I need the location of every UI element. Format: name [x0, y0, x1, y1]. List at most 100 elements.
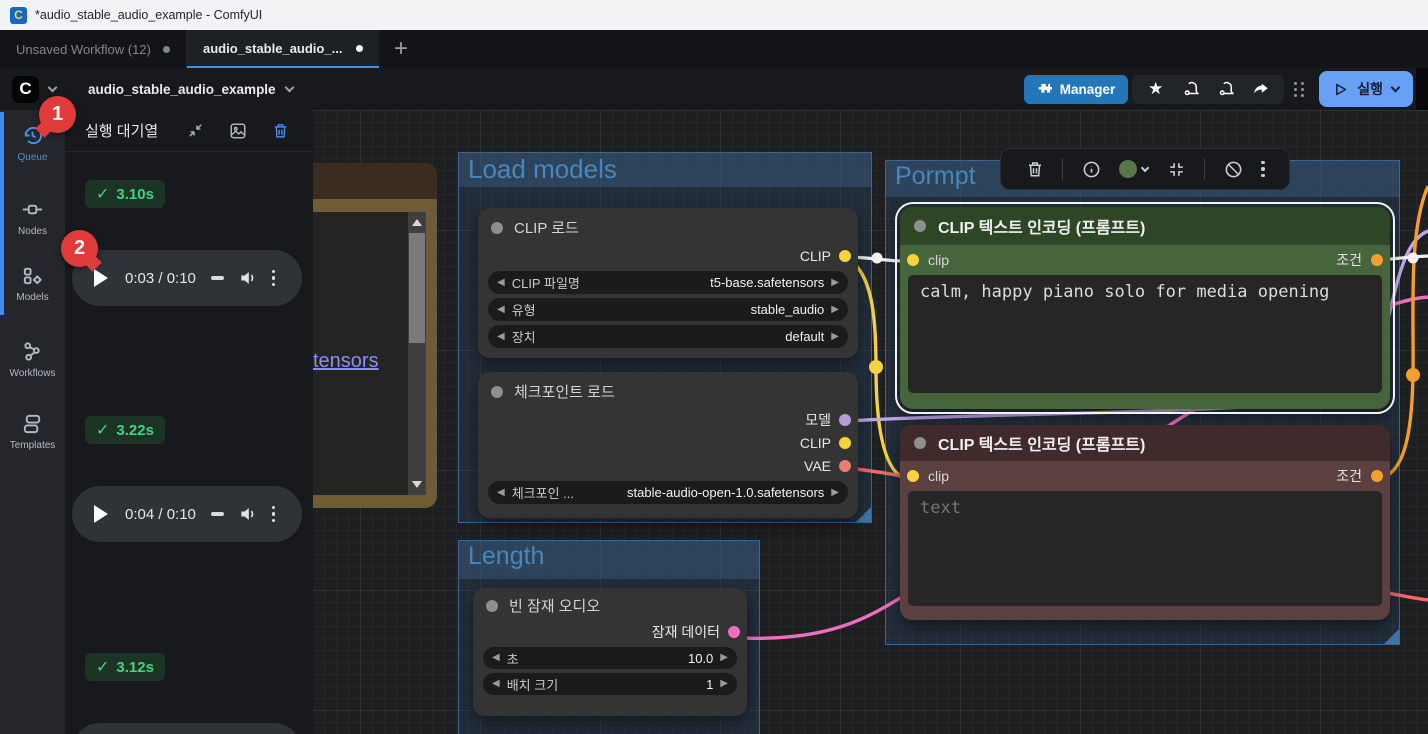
arrow-left-icon[interactable]: ◀	[497, 488, 505, 498]
sidebar-item-templates[interactable]: Templates	[0, 412, 65, 451]
notification-bell-button-1[interactable]	[1173, 80, 1208, 98]
audio-player-1: 0:03 / 0:10	[72, 250, 302, 306]
player-time: 0:04 / 0:10	[125, 506, 196, 523]
comfyui-logo[interactable]: C	[12, 76, 39, 103]
widget-device[interactable]: ◀ 장치 default ▶	[488, 325, 848, 348]
workflow-name-menu[interactable]: audio_stable_audio_example	[88, 82, 293, 97]
tab-unsaved-workflow[interactable]: Unsaved Workflow (12)	[0, 30, 187, 68]
new-workflow-tab-button[interactable]: +	[379, 30, 423, 68]
arrow-right-icon[interactable]: ▶	[720, 679, 728, 689]
tab-active-workflow[interactable]: audio_stable_audio_...	[187, 30, 379, 68]
chevron-down-icon[interactable]	[1391, 83, 1401, 93]
arrow-left-icon[interactable]: ◀	[497, 305, 505, 315]
arrow-right-icon[interactable]: ▶	[831, 488, 839, 498]
seek-bar[interactable]	[211, 276, 224, 280]
widget-value: default	[785, 329, 824, 344]
player-menu-button[interactable]	[272, 270, 276, 287]
play-icon[interactable]	[94, 269, 108, 287]
node-context-toolbar	[1000, 148, 1290, 190]
run-button[interactable]: 실행	[1319, 71, 1413, 107]
scroll-up-icon[interactable]	[412, 219, 422, 226]
group-resize-handle[interactable]	[856, 507, 871, 522]
arrow-left-icon[interactable]: ◀	[492, 653, 500, 663]
node-color-picker-button[interactable]	[1119, 160, 1148, 178]
note-node[interactable]: tensors	[300, 163, 437, 508]
slot-dot-latent[interactable]	[728, 626, 740, 638]
group-title[interactable]: Load models	[459, 153, 871, 187]
clear-queue-trash-icon[interactable]	[272, 122, 289, 139]
output-slot-conditioning[interactable]: 조건	[1336, 466, 1383, 486]
output-dot-conditioning[interactable]	[1371, 470, 1383, 482]
group-resize-handle[interactable]	[1384, 629, 1399, 644]
volume-icon[interactable]	[238, 268, 258, 288]
manager-button[interactable]: Manager	[1024, 75, 1129, 104]
input-dot-clip[interactable]	[907, 254, 919, 266]
widget-type[interactable]: ◀ 유형 stable_audio ▶	[488, 298, 848, 321]
widget-seconds[interactable]: ◀ 초 10.0 ▶	[483, 647, 737, 669]
node-clip-text-encode-negative[interactable]: CLIP 텍스트 인코딩 (프롬프트) clip 조건 text	[900, 425, 1390, 620]
notification-bell-button-2[interactable]	[1208, 80, 1243, 98]
widget-clip-name[interactable]: ◀ CLIP 파일명 t5-base.safetensors ▶	[488, 271, 848, 294]
note-node-header[interactable]	[300, 163, 437, 199]
slot-label: VAE	[804, 458, 831, 474]
node-checkpoint-loader[interactable]: 체크포인트 로드 모델 CLIP VAE ◀ 체크포인 ... stable-a…	[478, 372, 858, 518]
prompt-textarea[interactable]: calm, happy piano solo for media opening	[908, 275, 1382, 393]
node-header[interactable]: CLIP 텍스트 인코딩 (프롬프트)	[900, 425, 1390, 461]
share-button[interactable]	[1243, 80, 1278, 98]
widget-checkpoint-name[interactable]: ◀ 체크포인 ... stable-audio-open-1.0.safeten…	[488, 481, 848, 504]
output-slot-vae[interactable]: VAE	[478, 454, 858, 477]
node-more-options-button[interactable]	[1261, 161, 1265, 178]
image-results-icon[interactable]	[229, 122, 247, 140]
safetensors-link[interactable]: tensors	[313, 350, 379, 373]
node-clip-loader[interactable]: CLIP 로드 CLIP ◀ CLIP 파일명 t5-base.safetens…	[478, 208, 858, 358]
queue-item-duration-badge: ✓ 3.12s	[85, 653, 165, 681]
node-header[interactable]: 체크포인트 로드	[478, 372, 858, 408]
arrow-left-icon[interactable]: ◀	[497, 332, 505, 342]
seek-bar[interactable]	[211, 512, 224, 516]
slot-dot-clip[interactable]	[839, 250, 851, 262]
node-clip-text-encode-positive[interactable]: CLIP 텍스트 인코딩 (프롬프트) clip 조건 calm, happy …	[900, 207, 1390, 409]
prompt-textarea[interactable]: text	[908, 491, 1382, 606]
slot-dot-clip[interactable]	[839, 437, 851, 449]
sidebar-item-models[interactable]: Models	[0, 264, 65, 303]
slot-dot-model[interactable]	[839, 414, 851, 426]
output-slot-conditioning[interactable]: 조건	[1336, 250, 1383, 270]
delete-node-button[interactable]	[1026, 160, 1044, 178]
volume-icon[interactable]	[238, 504, 258, 524]
sidebar-item-nodes[interactable]: Nodes	[0, 198, 65, 237]
output-slot-latent[interactable]: 잠재 데이터	[473, 620, 747, 643]
input-label: clip	[928, 468, 949, 484]
chevron-down-icon[interactable]	[48, 83, 58, 93]
collapse-node-button[interactable]	[1167, 160, 1186, 179]
collapse-panel-icon[interactable]	[187, 122, 204, 139]
node-info-button[interactable]	[1082, 160, 1101, 179]
arrow-right-icon[interactable]: ▶	[831, 332, 839, 342]
collapse-icon	[1167, 160, 1186, 179]
favorites-star-button[interactable]: ★	[1138, 79, 1173, 99]
arrow-left-icon[interactable]: ◀	[497, 278, 505, 288]
note-scrollbar[interactable]	[408, 212, 426, 495]
player-menu-button[interactable]	[272, 506, 276, 523]
node-empty-latent-audio[interactable]: 빈 잠재 오디오 잠재 데이터 ◀ 초 10.0 ▶ ◀ 배치 크기 1 ▶	[473, 588, 747, 716]
output-slot-clip[interactable]: CLIP	[478, 431, 858, 454]
play-icon[interactable]	[94, 505, 108, 523]
output-slot-clip[interactable]: CLIP	[478, 244, 858, 267]
arrow-left-icon[interactable]: ◀	[492, 679, 500, 689]
group-title[interactable]: Length	[459, 541, 759, 579]
arrow-right-icon[interactable]: ▶	[720, 653, 728, 663]
bypass-node-button[interactable]	[1224, 160, 1243, 179]
output-slot-model[interactable]: 모델	[478, 408, 858, 431]
node-header[interactable]: CLIP 로드	[478, 208, 858, 244]
scroll-down-icon[interactable]	[412, 481, 422, 488]
widget-batch-size[interactable]: ◀ 배치 크기 1 ▶	[483, 673, 737, 695]
node-header[interactable]: CLIP 텍스트 인코딩 (프롬프트)	[900, 207, 1390, 245]
arrow-right-icon[interactable]: ▶	[831, 305, 839, 315]
scrollbar-thumb[interactable]	[409, 233, 425, 343]
sidebar-item-workflows[interactable]: Workflows	[0, 340, 65, 379]
arrow-right-icon[interactable]: ▶	[831, 278, 839, 288]
node-header[interactable]: 빈 잠재 오디오	[473, 588, 747, 620]
toolbar-drag-handle[interactable]	[1294, 82, 1305, 97]
slot-dot-vae[interactable]	[839, 460, 851, 472]
input-dot-clip[interactable]	[907, 470, 919, 482]
output-dot-conditioning[interactable]	[1371, 254, 1383, 266]
